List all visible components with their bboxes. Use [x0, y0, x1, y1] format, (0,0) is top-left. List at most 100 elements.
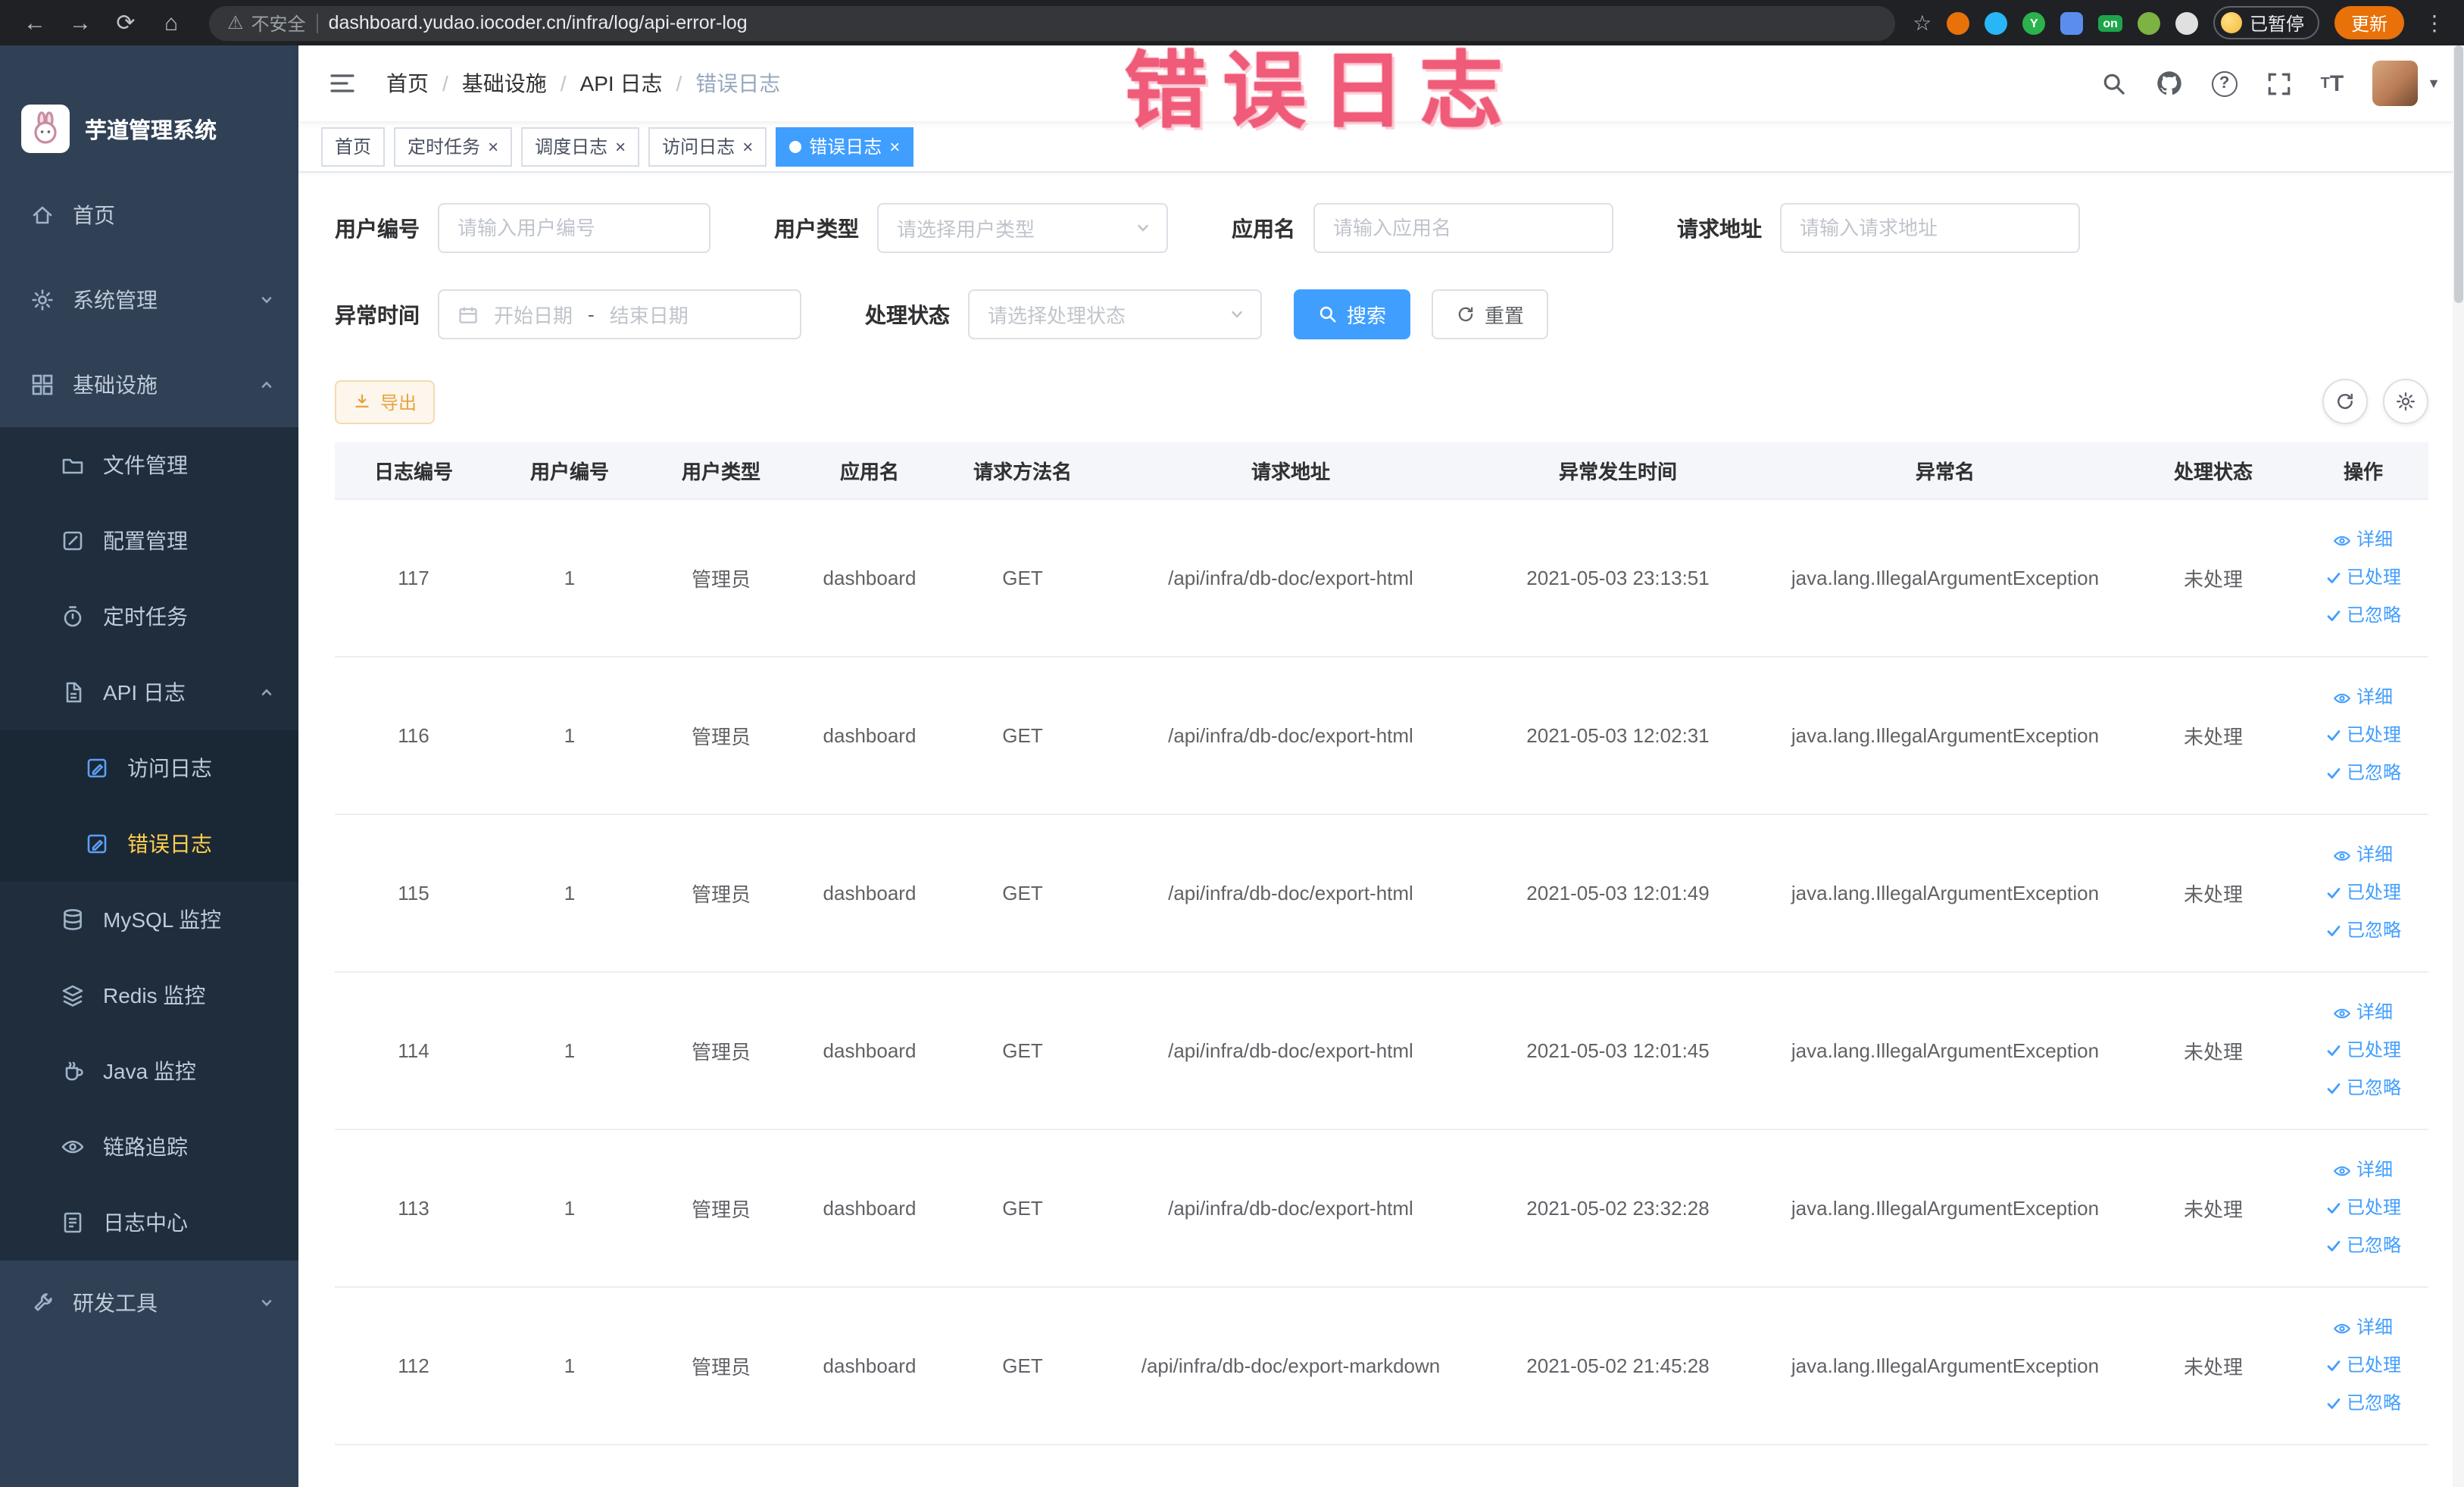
- mark-processed-link[interactable]: 已处理: [2325, 559, 2401, 597]
- detail-link[interactable]: 详细: [2334, 1151, 2393, 1189]
- mark-processed-link[interactable]: 已处理: [2325, 1032, 2401, 1070]
- mark-processed-link[interactable]: 已处理: [2325, 874, 2401, 912]
- mark-ignored-link[interactable]: 已忽略: [2325, 1227, 2401, 1265]
- mark-processed-link[interactable]: 已处理: [2325, 717, 2401, 754]
- collapse-sidebar-button[interactable]: [323, 65, 362, 102]
- browser-menu-icon[interactable]: ⋮: [2419, 10, 2450, 36]
- tag-label: 首页: [335, 136, 372, 158]
- browser-home-button[interactable]: ⌂: [151, 5, 191, 41]
- search-button[interactable]: 搜索: [1294, 289, 1411, 339]
- sidebar-item-scheduled-tasks[interactable]: 定时任务: [0, 579, 298, 654]
- sidebar-item-dev-tools[interactable]: 研发工具: [0, 1261, 298, 1345]
- extension-icon-paw[interactable]: [2175, 11, 2198, 34]
- sidebar-item-log-center[interactable]: 日志中心: [0, 1185, 298, 1261]
- font-size-icon[interactable]: TT: [2321, 70, 2344, 96]
- exception-time: 2021-05-03 12:01:45: [1526, 1039, 1710, 1062]
- app-name: dashboard: [823, 1197, 917, 1220]
- extension-on-badge[interactable]: on: [2098, 14, 2122, 31]
- tag-scheduled-tasks[interactable]: 定时任务 ×: [394, 127, 513, 166]
- detail-link[interactable]: 详细: [2334, 1309, 2393, 1347]
- app-logo[interactable]: 芋道管理系统: [0, 45, 298, 173]
- breadcrumb-home[interactable]: 首页: [386, 68, 429, 98]
- sidebar-item-system-management[interactable]: 系统管理: [0, 258, 298, 342]
- page-scrollbar[interactable]: [2453, 45, 2464, 1487]
- mark-processed-link[interactable]: 已处理: [2325, 1347, 2401, 1385]
- mark-ignored-link[interactable]: 已忽略: [2325, 912, 2401, 950]
- paused-label: 已暂停: [2249, 13, 2304, 34]
- extension-icon-leaf[interactable]: [2137, 11, 2160, 34]
- user-menu[interactable]: ▼: [2372, 61, 2441, 106]
- detail-link[interactable]: 详细: [2334, 521, 2393, 559]
- sidebar-item-java-monitor[interactable]: Java 监控: [0, 1033, 298, 1109]
- user-type-select[interactable]: 请选择用户类型: [877, 203, 1168, 253]
- tag-dispatch-logs[interactable]: 调度日志 ×: [521, 127, 640, 166]
- sidebar-item-api-logs[interactable]: API 日志: [0, 654, 298, 730]
- browser-reload-button[interactable]: ⟳: [106, 5, 145, 41]
- sidebar-item-file-management[interactable]: 文件管理: [0, 427, 298, 503]
- sidebar-item-infrastructure[interactable]: 基础设施: [0, 342, 298, 427]
- row-actions: 详细 已处理 已忽略: [2292, 994, 2434, 1107]
- breadcrumb-separator: /: [676, 71, 682, 95]
- extension-icon-blue-drop[interactable]: [1985, 11, 2008, 34]
- tag-error-logs[interactable]: 错误日志 ×: [776, 127, 914, 166]
- extension-icon-orange[interactable]: [1947, 11, 1970, 34]
- browser-back-button[interactable]: ←: [15, 5, 55, 41]
- sidebar-item-config-management[interactable]: 配置管理: [0, 503, 298, 579]
- mark-ignored-link[interactable]: 已忽略: [2325, 1385, 2401, 1423]
- paused-profile-badge[interactable]: 已暂停: [2213, 6, 2319, 39]
- mark-ignored-link[interactable]: 已忽略: [2325, 754, 2401, 792]
- breadcrumb-api-logs[interactable]: API 日志: [580, 68, 663, 98]
- extension-icon-blue-grid[interactable]: [2060, 11, 2084, 34]
- detail-link[interactable]: 详细: [2334, 994, 2393, 1032]
- sidebar-item-label: Java 监控: [103, 1059, 196, 1083]
- avatar[interactable]: [2372, 61, 2419, 106]
- refresh-button[interactable]: [2322, 379, 2368, 424]
- process-status-select[interactable]: 请选择处理状态: [968, 289, 1262, 339]
- sidebar-item-access-logs[interactable]: 访问日志: [0, 730, 298, 806]
- row-actions: 详细 已处理 已忽略: [2292, 1309, 2434, 1423]
- close-icon[interactable]: ×: [615, 137, 626, 155]
- sidebar-item-redis-monitor[interactable]: Redis 监控: [0, 957, 298, 1033]
- sidebar-item-error-logs[interactable]: 错误日志: [0, 806, 298, 882]
- request-url-input[interactable]: [1780, 203, 2080, 253]
- github-icon[interactable]: [2156, 70, 2183, 97]
- column-header: 异常发生时间: [1558, 461, 1677, 483]
- close-icon[interactable]: ×: [488, 137, 498, 155]
- mark-ignored-link[interactable]: 已忽略: [2325, 1070, 2401, 1107]
- mark-ignored-link[interactable]: 已忽略: [2325, 597, 2401, 635]
- detail-link[interactable]: 详细: [2334, 836, 2393, 874]
- fullscreen-icon[interactable]: [2266, 70, 2292, 96]
- mark-processed-link[interactable]: 已处理: [2325, 1189, 2401, 1227]
- app-name-input[interactable]: [1313, 203, 1613, 253]
- browser-forward-button[interactable]: →: [61, 5, 100, 41]
- help-icon[interactable]: ?: [2211, 70, 2238, 96]
- log-id: 114: [398, 1039, 429, 1062]
- url-text[interactable]: dashboard.yudao.iocoder.cn/infra/log/api…: [329, 12, 748, 33]
- breadcrumb-infrastructure[interactable]: 基础设施: [462, 68, 547, 98]
- extension-icon-green-y[interactable]: Y: [2022, 11, 2046, 34]
- scrollbar-thumb[interactable]: [2454, 45, 2463, 303]
- export-button[interactable]: 导出: [335, 380, 436, 423]
- detail-link[interactable]: 详细: [2334, 679, 2393, 717]
- row-actions: 详细 已处理 已忽略: [2292, 1151, 2434, 1265]
- sidebar-item-mysql-monitor[interactable]: MySQL 监控: [0, 882, 298, 957]
- reset-button[interactable]: 重置: [1432, 289, 1549, 339]
- security-warning[interactable]: ⚠ 不安全: [227, 10, 306, 36]
- close-icon[interactable]: ×: [889, 137, 900, 155]
- filter-label: 用户类型: [774, 216, 859, 240]
- filter-exception-time: 异常时间 开始日期 - 结束日期: [335, 289, 801, 339]
- user-id-input[interactable]: [438, 203, 710, 253]
- sidebar-item-link-tracing[interactable]: 链路追踪: [0, 1109, 298, 1185]
- tag-access-logs[interactable]: 访问日志 ×: [648, 127, 767, 166]
- tag-home[interactable]: 首页: [321, 127, 386, 166]
- column-settings-button[interactable]: [2383, 379, 2428, 424]
- table-toolbar: 导出: [335, 379, 2428, 424]
- close-icon[interactable]: ×: [742, 137, 753, 155]
- address-bar[interactable]: ⚠ 不安全 dashboard.yudao.iocoder.cn/infra/l…: [209, 5, 1895, 40]
- search-icon[interactable]: [2101, 70, 2127, 96]
- browser-update-button[interactable]: 更新: [2334, 6, 2404, 39]
- bookmark-star-icon[interactable]: ☆: [1913, 10, 1932, 36]
- process-status: 未处理: [2183, 568, 2243, 591]
- sidebar-item-home[interactable]: 首页: [0, 173, 298, 258]
- date-range-picker[interactable]: 开始日期 - 结束日期: [438, 289, 801, 339]
